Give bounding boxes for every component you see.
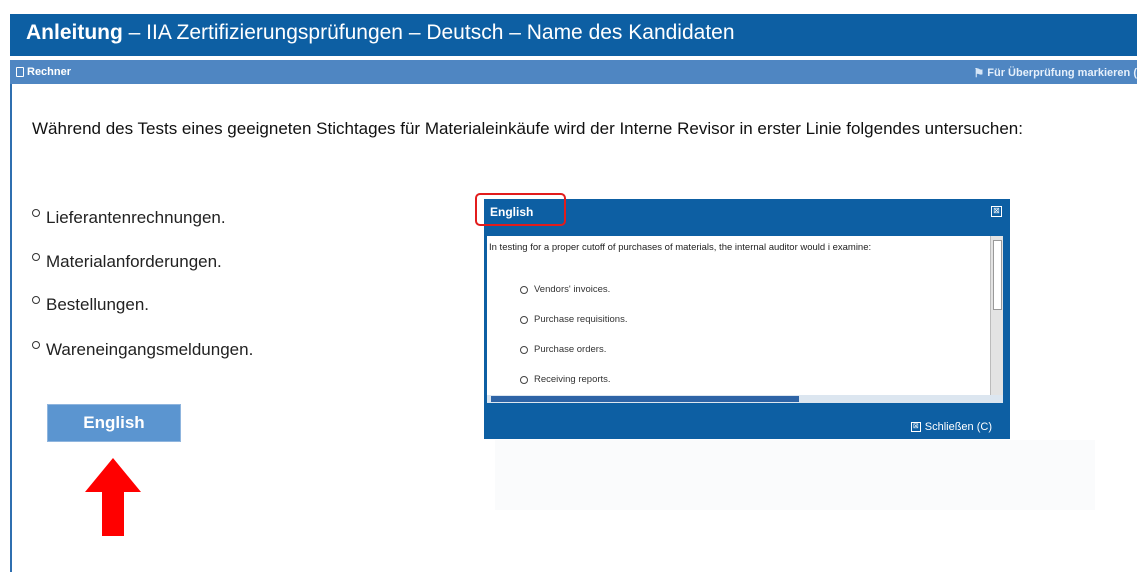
close-icon[interactable]: ⊠ [991,206,1002,217]
answer-option-label: Materialanforderungen. [46,252,222,271]
mark-for-review-button[interactable]: ⚑ Für Überprüfung markieren ( [973,66,1137,80]
answer-option[interactable]: Materialanforderungen. [32,252,222,272]
title-bold: Anleitung [26,21,123,44]
radio-icon[interactable] [520,285,528,294]
close-icon: ⊠ [910,422,921,432]
popup-close-label: Schließen (C) [924,421,992,433]
answer-option[interactable]: Bestellungen. [32,295,149,315]
popup-option[interactable]: Purchase requisitions. [520,314,627,325]
mark-for-review-label: Für Überprüfung markieren ( [987,67,1137,79]
english-button[interactable]: English [47,404,181,442]
popup-option[interactable]: Receiving reports. [520,374,611,385]
popup-option[interactable]: Vendors' invoices. [520,284,610,295]
background-shadow [495,440,1095,510]
calculator-label: Rechner [27,66,72,78]
answer-option-label: Wareneingangsmeldungen. [46,340,254,359]
window-title-bar: Anleitung – IIA Zertifizierungsprüfungen… [10,14,1137,56]
scrollbar-thumb[interactable] [993,240,1002,310]
answer-option-label: Lieferantenrechnungen. [46,208,226,227]
horizontal-scrollbar[interactable] [487,395,1003,403]
radio-icon[interactable] [32,209,40,217]
popup-question-text: In testing for a proper cutoff of purcha… [489,242,872,253]
title-text: – IIA Zertifizierungsprüfungen – Deutsch… [122,21,735,44]
left-border [10,84,12,572]
popup-option[interactable]: Purchase orders. [520,344,606,355]
highlight-annotation [475,193,566,226]
toolbar: Rechner ⚑ Für Überprüfung markieren ( [10,60,1137,84]
popup-close-button[interactable]: ⊠ Schließen (C) [910,421,992,433]
popup-option-label: Receiving reports. [534,374,611,385]
popup-option-label: Vendors' invoices. [534,284,611,295]
english-popup: English ⊠ In testing for a proper cutoff… [484,199,1010,439]
question-text: Während des Tests eines geeigneten Stich… [32,119,1023,138]
popup-option-label: Purchase requisitions. [534,314,628,325]
popup-content: In testing for a proper cutoff of purcha… [487,236,1003,403]
radio-icon[interactable] [32,253,40,261]
flag-icon: ⚑ [973,66,985,80]
arrow-up-icon [85,458,141,536]
calculator-button[interactable]: Rechner [16,66,71,78]
popup-option-label: Purchase orders. [534,344,607,355]
scrollbar-thumb[interactable] [491,396,799,402]
answer-option-label: Bestellungen. [46,295,150,314]
calculator-icon [16,67,24,77]
radio-icon[interactable] [32,296,40,304]
answer-option[interactable]: Lieferantenrechnungen. [32,208,226,228]
radio-icon[interactable] [520,345,528,354]
radio-icon[interactable] [520,375,528,384]
answer-option[interactable]: Wareneingangsmeldungen. [32,340,253,360]
radio-icon[interactable] [32,341,40,349]
radio-icon[interactable] [520,315,528,324]
vertical-scrollbar[interactable] [990,236,1003,396]
